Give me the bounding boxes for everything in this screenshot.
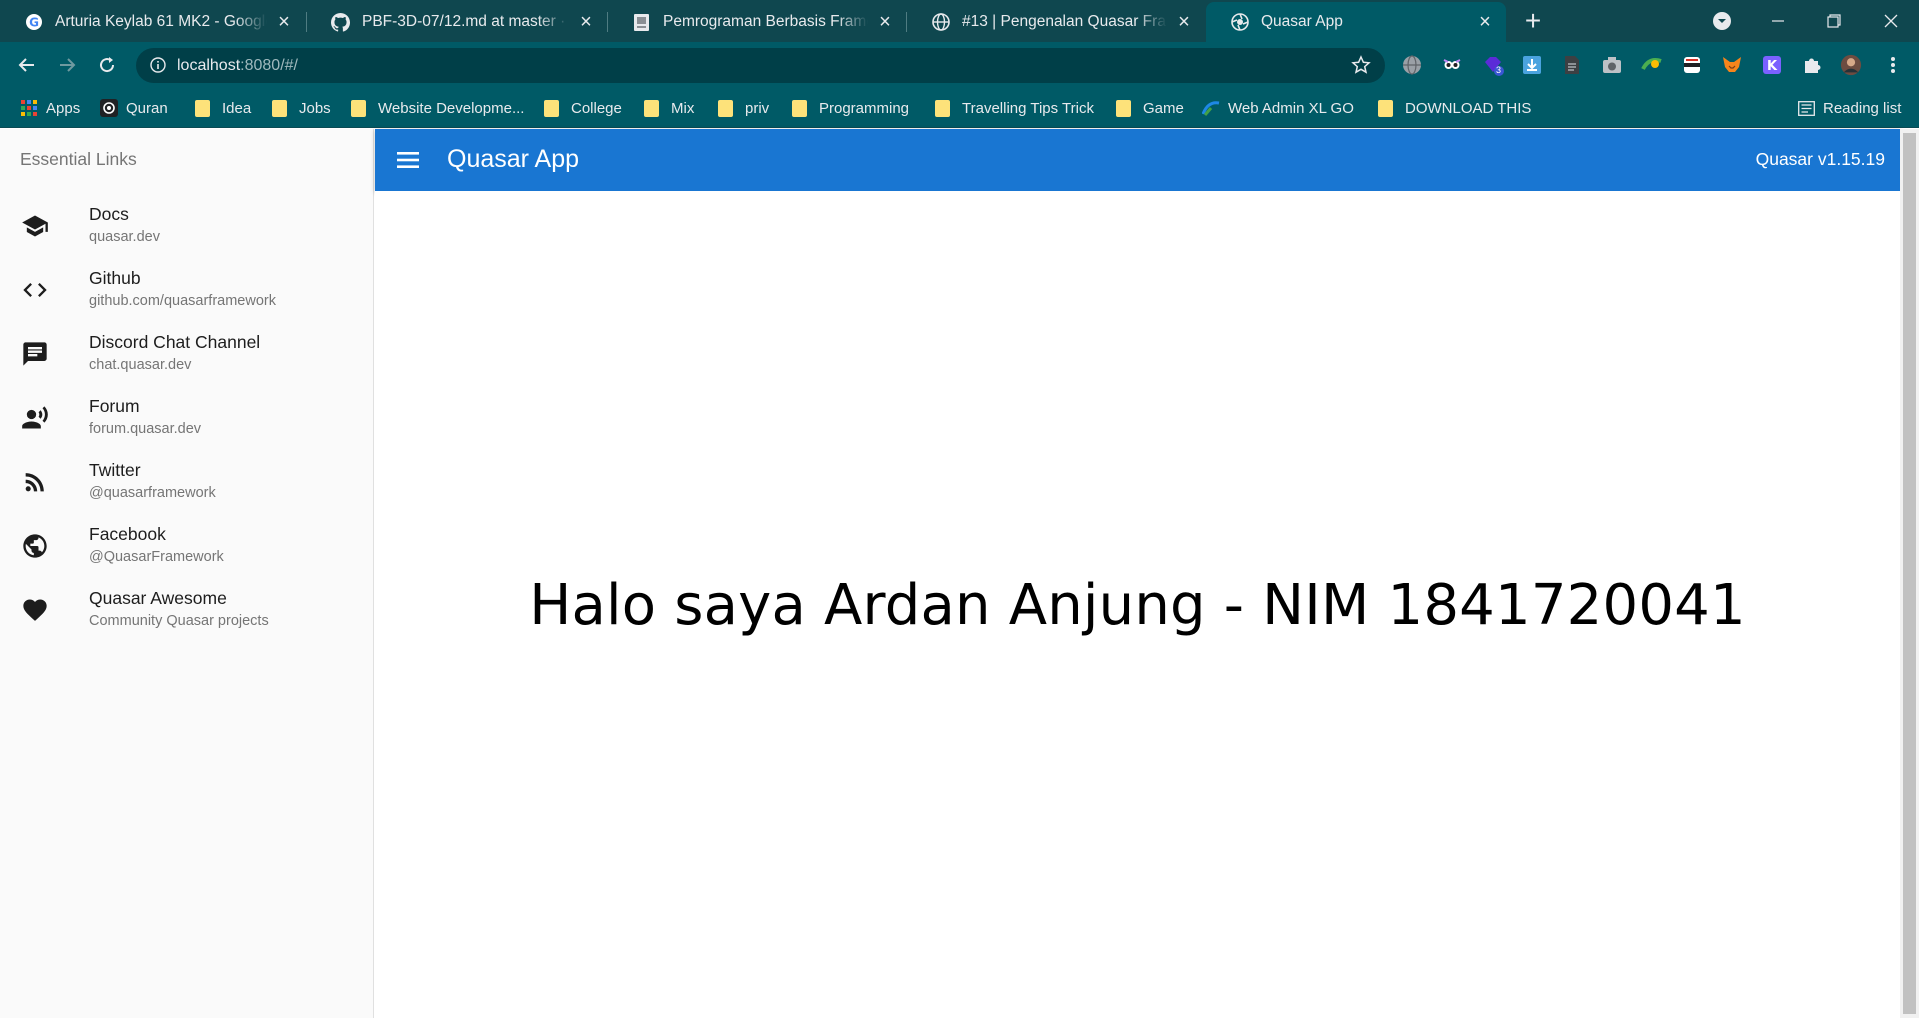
tab-search-button[interactable] xyxy=(1694,0,1750,42)
scrollbar-thumb[interactable] xyxy=(1903,133,1916,1014)
forward-button[interactable] xyxy=(52,50,82,80)
tab-arturia[interactable]: G Arturia Keylab 61 MK2 - Google P × xyxy=(0,2,305,42)
browser-toolbar: localhost:8080/#/ 3 K xyxy=(0,42,1919,88)
apps-grid-icon xyxy=(20,99,38,117)
link-quasar-awesome[interactable]: Quasar Awesome Community Quasar projects xyxy=(0,575,374,639)
bookmark-programming[interactable]: Programming xyxy=(792,97,909,119)
extensions-puzzle-icon[interactable] xyxy=(1801,54,1823,76)
globe-icon xyxy=(931,13,950,32)
chat-icon xyxy=(20,339,50,369)
bookmark-mix[interactable]: Mix xyxy=(644,97,694,119)
code-icon xyxy=(20,275,50,305)
google-icon: G xyxy=(24,13,43,32)
bookmark-download-this[interactable]: DOWNLOAD THIS xyxy=(1378,97,1531,119)
bookmark-game[interactable]: Game xyxy=(1116,97,1184,119)
favorite-icon xyxy=(20,595,50,625)
translate-extension-icon[interactable] xyxy=(1401,54,1423,76)
bookmark-star-icon[interactable] xyxy=(1351,55,1371,80)
owl-extension-icon[interactable] xyxy=(1441,54,1463,76)
browser-menu-icon[interactable] xyxy=(1882,54,1904,76)
bookmark-jobs[interactable]: Jobs xyxy=(272,97,331,119)
gem-extension-icon[interactable]: 3 xyxy=(1482,54,1504,76)
download-extension-icon[interactable] xyxy=(1521,54,1543,76)
bookmarks-bar: Apps Quran Idea Jobs Website Developme..… xyxy=(0,88,1919,128)
folder-icon xyxy=(544,99,559,117)
camera-extension-icon[interactable] xyxy=(1601,54,1623,76)
metamask-extension-icon[interactable] xyxy=(1721,54,1743,76)
quran-icon xyxy=(100,99,118,117)
page-extension-icon[interactable] xyxy=(1561,54,1583,76)
xl-icon xyxy=(1202,99,1220,117)
bookmark-idea[interactable]: Idea xyxy=(195,97,251,119)
new-tab-button[interactable]: + xyxy=(1519,7,1547,36)
folder-icon xyxy=(195,99,210,117)
link-twitter[interactable]: Twitter @quasarframework xyxy=(0,447,374,511)
close-tab-icon[interactable]: × xyxy=(876,12,894,32)
tab-pemrograman[interactable]: Pemrograman Berbasis Framework × xyxy=(608,2,906,42)
folder-icon xyxy=(272,99,287,117)
extension-badge: 3 xyxy=(1496,65,1502,75)
tab-pengenalan-quasar[interactable]: #13 | Pengenalan Quasar Framework × xyxy=(907,2,1205,42)
reading-list-icon xyxy=(1797,99,1815,117)
quasar-icon xyxy=(1230,13,1249,32)
profile-avatar[interactable] xyxy=(1840,54,1862,76)
page-container: Halo saya Ardan Anjung - NIM 1841720041 xyxy=(375,191,1900,1018)
close-tab-icon[interactable]: × xyxy=(577,12,595,32)
public-icon xyxy=(20,531,50,561)
tab-quasar-app[interactable]: Quasar App × xyxy=(1206,2,1506,42)
link-facebook[interactable]: Facebook @QuasarFramework xyxy=(0,511,374,575)
link-forum[interactable]: Forum forum.quasar.dev xyxy=(0,383,374,447)
folder-icon xyxy=(718,99,733,117)
bookmark-website-development[interactable]: Website Developme... xyxy=(351,97,524,119)
folder-icon xyxy=(644,99,659,117)
back-button[interactable] xyxy=(12,50,42,80)
greeting-heading: Halo saya Ardan Anjung - NIM 1841720041 xyxy=(529,573,1746,638)
rss-feed-icon xyxy=(20,467,50,497)
folder-icon xyxy=(1116,99,1131,117)
svg-text:G: G xyxy=(29,16,39,30)
bookmark-priv[interactable]: priv xyxy=(718,97,769,119)
minimize-button[interactable] xyxy=(1750,0,1806,42)
left-drawer: Essential Links Docs quasar.dev Github g… xyxy=(0,129,374,1018)
eye-dropper-extension-icon[interactable] xyxy=(1641,54,1663,76)
folder-icon xyxy=(792,99,807,117)
k-extension-icon[interactable]: K xyxy=(1761,54,1783,76)
bookmark-quran[interactable]: Quran xyxy=(100,97,168,119)
link-docs[interactable]: Docs quasar.dev xyxy=(0,191,374,255)
folder-icon xyxy=(1378,99,1393,117)
address-bar[interactable]: localhost:8080/#/ xyxy=(136,48,1385,83)
app-title: Quasar App xyxy=(447,145,580,173)
restore-button[interactable] xyxy=(1806,0,1862,42)
ninja-extension-icon[interactable] xyxy=(1681,54,1703,76)
close-tab-icon[interactable]: × xyxy=(1175,12,1193,32)
bookmark-apps[interactable]: Apps xyxy=(20,97,80,119)
menu-icon[interactable] xyxy=(395,148,421,172)
bookmark-college[interactable]: College xyxy=(544,97,622,119)
app-header: Quasar App Quasar v1.15.19 xyxy=(375,129,1900,191)
close-tab-icon[interactable]: × xyxy=(275,12,293,32)
page-scrollbar[interactable] xyxy=(1900,129,1919,1018)
version-label: Quasar v1.15.19 xyxy=(1755,149,1885,169)
close-window-button[interactable] xyxy=(1863,0,1919,42)
tab-github[interactable]: PBF-3D-07/12.md at master · ardan × xyxy=(307,2,607,42)
document-icon xyxy=(632,13,651,32)
svg-text:K: K xyxy=(1767,59,1778,74)
drawer-header: Essential Links xyxy=(20,149,137,169)
tab-strip: G Arturia Keylab 61 MK2 - Google P × PBF… xyxy=(0,0,1919,42)
site-info-icon[interactable] xyxy=(150,57,166,78)
folder-icon xyxy=(935,99,950,117)
github-icon xyxy=(331,12,350,32)
url-text: localhost:8080/#/ xyxy=(177,57,298,74)
record-voice-icon xyxy=(20,403,50,433)
school-icon xyxy=(20,211,50,241)
folder-icon xyxy=(351,99,366,117)
reload-button[interactable] xyxy=(92,50,122,80)
close-tab-icon[interactable]: × xyxy=(1476,12,1494,32)
link-discord[interactable]: Discord Chat Channel chat.quasar.dev xyxy=(0,319,374,383)
bookmark-web-admin-xl-go[interactable]: Web Admin XL GO xyxy=(1202,97,1354,119)
bookmark-travelling[interactable]: Travelling Tips Trick xyxy=(935,97,1094,119)
link-github[interactable]: Github github.com/quasarframework xyxy=(0,255,374,319)
reading-list-button[interactable]: Reading list xyxy=(1797,97,1901,119)
